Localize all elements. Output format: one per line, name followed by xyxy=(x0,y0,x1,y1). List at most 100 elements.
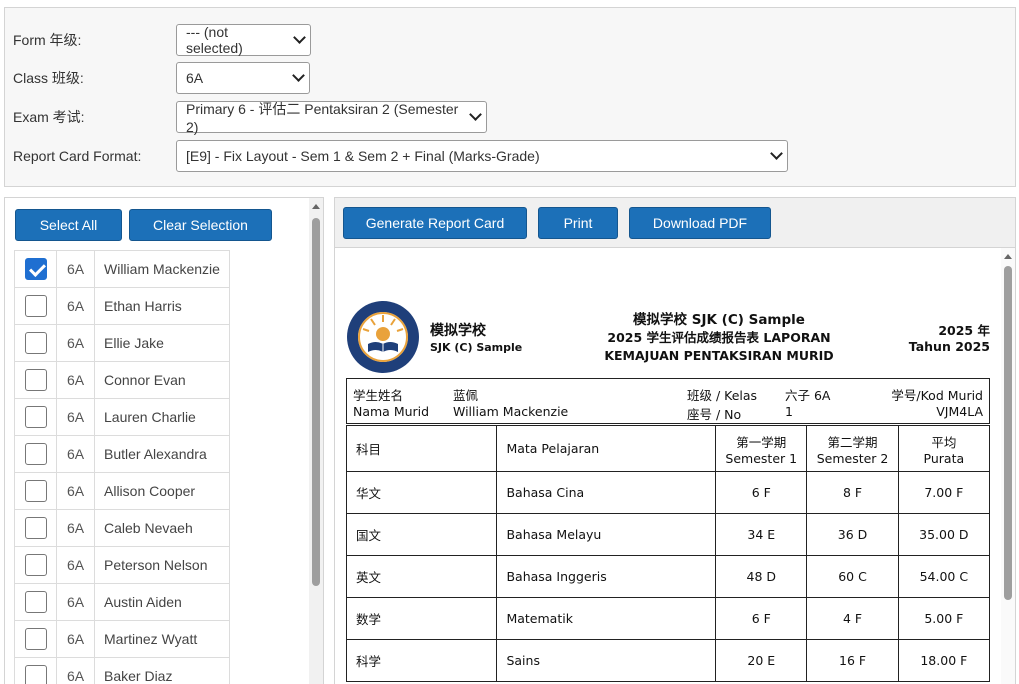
student-name: Peterson Nelson xyxy=(94,546,230,584)
generate-report-card-button[interactable]: Generate Report Card xyxy=(343,207,527,239)
student-id-label: 学号/Kod Murid xyxy=(891,388,983,403)
exam-select[interactable]: Primary 6 - 评估二 Pentaksiran 2 (Semester … xyxy=(176,101,487,135)
student-checkbox[interactable] xyxy=(24,258,47,280)
student-checkbox[interactable] xyxy=(24,332,47,354)
student-table: 6A William Mackenzie 6A Ethan Harris 6A Ellie… xyxy=(14,250,230,684)
student-name: Butler Alexandra xyxy=(94,435,230,473)
sem2-mark: 4 F xyxy=(806,597,899,640)
header-avg: 平均 Purata xyxy=(897,425,991,472)
subject-name-cn: 国文 xyxy=(345,513,498,556)
format-label: Report Card Format: xyxy=(13,148,142,164)
average-mark: 5.00 F xyxy=(897,597,991,640)
student-checkbox[interactable] xyxy=(24,480,47,502)
student-checkbox[interactable] xyxy=(24,517,47,539)
school-name-en: SJK (C) Sample xyxy=(430,341,523,354)
sem1-mark: 6 F xyxy=(715,471,808,514)
student-checkbox-cell[interactable] xyxy=(14,583,57,621)
report-preview-panel: Generate Report Card Print Download PDF … xyxy=(334,197,1016,684)
student-checkbox-cell[interactable] xyxy=(14,657,57,684)
class-info-label: 班级 / Kelas xyxy=(687,388,758,403)
student-checkbox[interactable] xyxy=(24,554,47,576)
report-title-line3: KEMAJUAN PENTAKSIRAN MURID xyxy=(604,348,834,363)
average-mark: 54.00 C xyxy=(897,555,991,598)
student-list-scroll-thumb[interactable] xyxy=(312,218,320,586)
average-mark: 7.00 F xyxy=(897,471,991,514)
sem2-mark: 8 F xyxy=(806,471,899,514)
student-checkbox-cell[interactable] xyxy=(14,546,57,584)
student-info-box: 学生姓名 Nama Murid 蓝佩 William Mackenzie 班级 … xyxy=(346,378,990,424)
student-row[interactable]: 6A Peterson Nelson xyxy=(14,546,230,584)
scroll-up-icon[interactable] xyxy=(1004,254,1012,259)
header-sem1: 第一学期 Semester 1 xyxy=(715,425,808,472)
exam-filter-row: Exam 考试: Primary 6 - 评估二 Pentaksiran 2 (… xyxy=(13,101,487,135)
report-title: 模拟学校 SJK (C) Sample 2025 学生评估成绩报告表 LAPOR… xyxy=(574,311,864,365)
report-toolbar: Generate Report Card Print Download PDF xyxy=(335,198,1015,248)
name-label-cn: 学生姓名 xyxy=(353,388,404,403)
scroll-up-icon[interactable] xyxy=(312,204,320,209)
subject-name-ms: Sains xyxy=(496,639,717,682)
student-row[interactable]: 6A Ethan Harris xyxy=(14,287,230,325)
subject-row: 华文 Bahasa Cina 6 F8 F 7.00 F xyxy=(345,471,991,514)
student-name: Ellie Jake xyxy=(94,324,230,362)
format-select-value: [E9] - Fix Layout - Sem 1 & Sem 2 + Fina… xyxy=(186,148,540,164)
student-checkbox[interactable] xyxy=(24,443,47,465)
header-sem1-ms: Semester 1 xyxy=(725,450,798,466)
student-class: 6A xyxy=(56,657,95,684)
print-button[interactable]: Print xyxy=(538,207,618,239)
student-checkbox-cell[interactable] xyxy=(14,324,57,362)
student-checkbox-cell[interactable] xyxy=(14,361,57,399)
student-row[interactable]: 6A Austin Aiden xyxy=(14,583,230,621)
student-checkbox[interactable] xyxy=(24,369,47,391)
student-checkbox-cell[interactable] xyxy=(14,250,57,288)
student-name: Ethan Harris xyxy=(94,287,230,325)
subject-name-cn: 华文 xyxy=(345,471,498,514)
student-checkbox-cell[interactable] xyxy=(14,509,57,547)
student-row[interactable]: 6A Butler Alexandra xyxy=(14,435,230,473)
average-mark: 18.00 F xyxy=(897,639,991,682)
marks-header-row: 科目 Mata Pelajaran 第一学期 Semester 1 第二学期 S… xyxy=(345,425,991,472)
student-checkbox-cell[interactable] xyxy=(14,435,57,473)
student-list-panel: Select All Clear Selection 6A William Mac… xyxy=(4,197,324,684)
report-scroll-thumb[interactable] xyxy=(1004,266,1012,600)
student-class: 6A xyxy=(56,546,95,584)
seat-no-value: 1 xyxy=(785,404,793,419)
student-checkbox[interactable] xyxy=(24,295,47,317)
clear-selection-button[interactable]: Clear Selection xyxy=(129,209,272,241)
subject-name-ms: Matematik xyxy=(496,597,717,640)
name-label-ms: Nama Murid xyxy=(353,404,430,419)
student-checkbox[interactable] xyxy=(24,406,47,428)
student-list-scrollbar[interactable] xyxy=(309,198,323,684)
chevron-down-icon xyxy=(770,147,783,160)
header-sem2: 第二学期 Semester 2 xyxy=(806,425,899,472)
student-class: 6A xyxy=(56,324,95,362)
student-row[interactable]: 6A Allison Cooper xyxy=(14,472,230,510)
student-name: Connor Evan xyxy=(94,361,230,399)
download-pdf-button[interactable]: Download PDF xyxy=(629,207,771,239)
class-select-value: 6A xyxy=(186,70,204,86)
student-row[interactable]: 6A Connor Evan xyxy=(14,361,230,399)
select-all-button[interactable]: Select All xyxy=(15,209,122,241)
student-row[interactable]: 6A Caleb Nevaeh xyxy=(14,509,230,547)
student-checkbox-cell[interactable] xyxy=(14,472,57,510)
student-row[interactable]: 6A Baker Diaz xyxy=(14,657,230,684)
student-checkbox-cell[interactable] xyxy=(14,398,57,436)
student-class: 6A xyxy=(56,287,95,325)
header-subject-ms: Mata Pelajaran xyxy=(496,425,717,472)
student-checkbox[interactable] xyxy=(24,591,47,613)
student-row[interactable]: 6A Martinez Wyatt xyxy=(14,620,230,658)
student-name: William Mackenzie xyxy=(94,250,230,288)
student-row[interactable]: 6A William Mackenzie xyxy=(14,250,230,288)
student-checkbox[interactable] xyxy=(24,665,47,684)
class-select[interactable]: 6A xyxy=(176,62,310,94)
student-row[interactable]: 6A Lauren Charlie xyxy=(14,398,230,436)
report-title-line1: 模拟学校 SJK (C) Sample xyxy=(633,312,805,328)
format-select[interactable]: [E9] - Fix Layout - Sem 1 & Sem 2 + Fina… xyxy=(176,140,788,172)
report-scrollbar[interactable] xyxy=(1001,248,1015,684)
student-class: 6A xyxy=(56,472,95,510)
student-row[interactable]: 6A Ellie Jake xyxy=(14,324,230,362)
student-checkbox-cell[interactable] xyxy=(14,620,57,658)
form-select[interactable]: --- (not selected) xyxy=(176,24,311,56)
sem2-mark: 16 F xyxy=(806,639,899,682)
student-checkbox-cell[interactable] xyxy=(14,287,57,325)
student-checkbox[interactable] xyxy=(24,628,47,650)
